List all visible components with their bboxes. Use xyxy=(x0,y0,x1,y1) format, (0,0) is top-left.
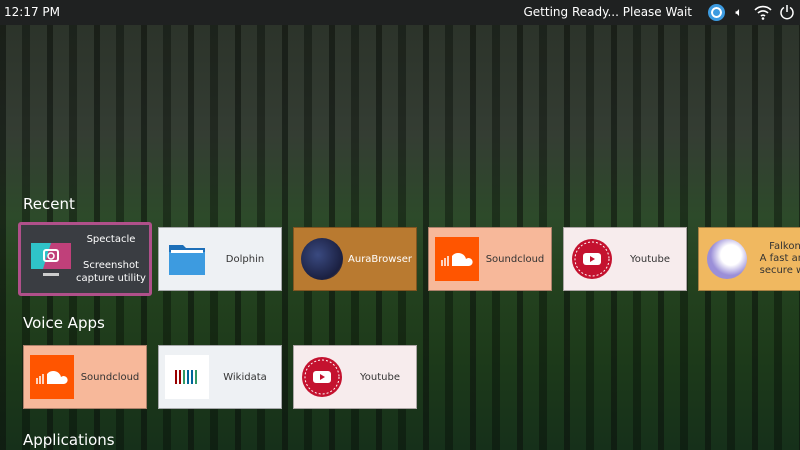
app-name: Youtube xyxy=(360,371,400,383)
soundcloud-icon xyxy=(30,355,74,399)
clock: 12:17 PM xyxy=(4,5,60,19)
youtube-icon xyxy=(300,355,344,399)
app-name: Wikidata xyxy=(223,371,267,383)
falkon-icon xyxy=(705,237,749,281)
section-recent: Recent xyxy=(23,195,75,213)
youtube-icon xyxy=(570,237,614,281)
status-text: Getting Ready... Please Wait xyxy=(523,5,692,19)
app-name: Falkon xyxy=(769,241,800,252)
app-description: Screenshot capture utility xyxy=(76,260,146,284)
voice-card-youtube[interactable]: Youtube xyxy=(293,345,417,409)
section-applications: Applications xyxy=(23,431,115,449)
app-card-youtube[interactable]: Youtube xyxy=(563,227,687,291)
spectacle-icon xyxy=(29,237,73,281)
app-card-aurabrowser[interactable]: AuraBrowser xyxy=(293,227,417,291)
app-name: Soundcloud xyxy=(80,371,140,383)
volume-icon[interactable]: 🔈︎ xyxy=(730,3,748,21)
app-card-spectacle[interactable]: Spectacle Screenshot capture utility xyxy=(18,222,152,296)
app-card-dolphin[interactable]: Dolphin xyxy=(158,227,282,291)
app-card-falkon[interactable]: FalkonA fast and secure we xyxy=(698,227,800,291)
app-name: Spectacle xyxy=(86,234,136,245)
folder-icon xyxy=(165,237,209,281)
soundcloud-icon xyxy=(435,237,479,281)
voice-card-soundcloud[interactable]: Soundcloud xyxy=(23,345,147,409)
aurabrowser-icon xyxy=(300,237,344,281)
app-description: A fast and secure we xyxy=(759,253,800,276)
wifi-icon[interactable] xyxy=(754,3,772,21)
app-name: Dolphin xyxy=(225,253,265,265)
app-name: Youtube xyxy=(630,253,670,265)
app-name: AuraBrowser xyxy=(348,253,412,265)
app-card-soundcloud[interactable]: Soundcloud xyxy=(428,227,552,291)
power-icon[interactable] xyxy=(778,3,796,21)
wikidata-icon xyxy=(165,355,209,399)
mycroft-icon[interactable] xyxy=(707,3,725,21)
voice-card-wikidata[interactable]: Wikidata xyxy=(158,345,282,409)
app-name: Soundcloud xyxy=(485,253,545,265)
section-voice-apps: Voice Apps xyxy=(23,314,105,332)
top-bar: 12:17 PM Getting Ready... Please Wait 🔈︎ xyxy=(0,0,800,25)
